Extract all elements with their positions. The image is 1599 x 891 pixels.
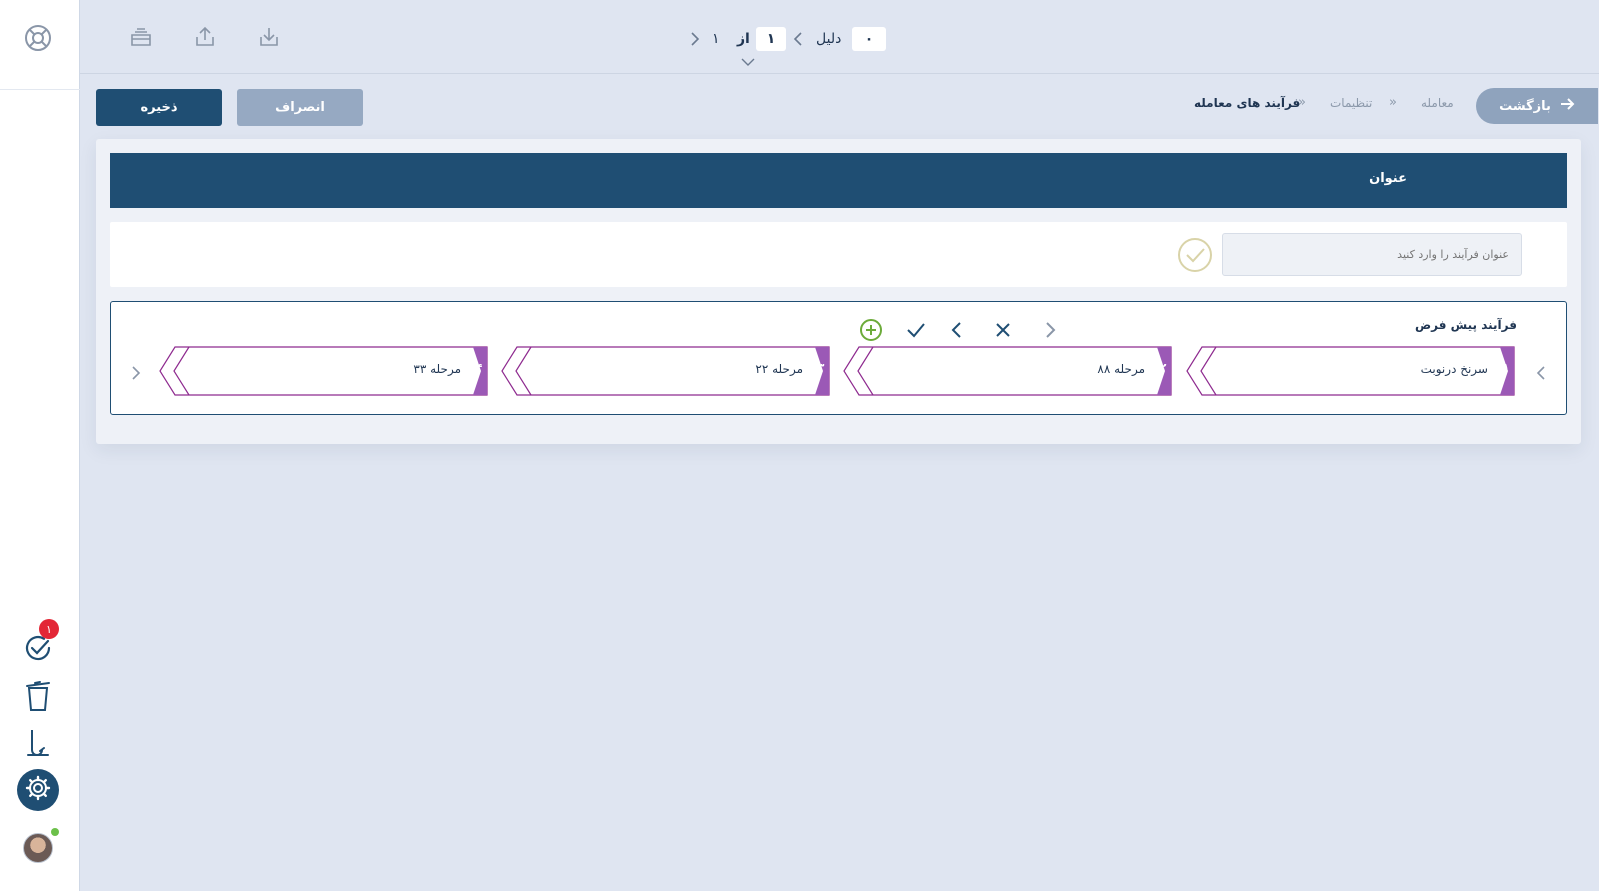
stage-label: مرحله ۳۳ xyxy=(413,362,461,376)
pager-current-input[interactable]: ۱ xyxy=(756,27,786,51)
stage-number: ۱ xyxy=(1502,361,1510,374)
settings-button[interactable] xyxy=(17,769,59,811)
stage-label: مرحله ۸۸ xyxy=(1097,362,1145,376)
online-status-dot xyxy=(51,828,59,836)
stage-number: ۳ xyxy=(817,361,825,374)
stages-scroll-left-icon[interactable] xyxy=(128,362,144,384)
move-right-chevron-icon[interactable] xyxy=(1036,316,1064,344)
reason-value[interactable]: ۰ xyxy=(852,27,886,51)
add-stage-plus-circle-icon[interactable] xyxy=(857,316,885,344)
arrow-right-icon xyxy=(1559,97,1575,115)
delete-close-icon[interactable] xyxy=(989,316,1017,344)
lifebuoy-icon[interactable] xyxy=(22,22,54,54)
stages-scroll-right-icon[interactable] xyxy=(1533,362,1549,384)
tasks-badge: ۱ xyxy=(39,619,59,639)
process-title-input[interactable] xyxy=(1222,233,1522,276)
save-button[interactable]: ذخیره xyxy=(96,89,222,126)
back-button[interactable]: بازگشت xyxy=(1476,88,1598,124)
back-label: بازگشت xyxy=(1499,98,1551,114)
gear-icon xyxy=(25,775,51,805)
stage-number: ۲ xyxy=(1159,361,1167,374)
stage-item[interactable]: ۱ سرنخ درنوبت xyxy=(1186,346,1516,396)
confirm-check-icon[interactable] xyxy=(1177,237,1213,273)
breadcrumb-item-deal-processes: فرآیند های معامله xyxy=(1194,96,1301,110)
cancel-button[interactable]: انصراف xyxy=(237,89,363,126)
stage-item[interactable]: ۴ مرحله ۳۳ xyxy=(159,346,489,396)
breadcrumb-separator-icon: » xyxy=(1389,95,1397,110)
pager-total: ۱ xyxy=(712,31,720,47)
stage-item[interactable]: ۳ مرحله ۲۲ xyxy=(501,346,831,396)
drawer-icon[interactable] xyxy=(128,24,154,50)
download-icon[interactable] xyxy=(256,24,282,50)
stage-number: ۴ xyxy=(475,361,483,374)
pager-next-icon[interactable] xyxy=(689,30,701,48)
trash-icon[interactable] xyxy=(22,680,54,712)
stage-label: مرحله ۲۲ xyxy=(755,362,803,376)
reason-label: دلیل xyxy=(816,31,842,47)
stage-label: سرنخ درنوبت xyxy=(1420,362,1488,376)
form-header-title: عنوان xyxy=(1369,171,1407,186)
chevron-down-icon[interactable] xyxy=(740,52,756,66)
breadcrumb-item-deal[interactable]: معامله xyxy=(1421,96,1454,110)
form-header: عنوان xyxy=(110,153,1567,208)
breadcrumb-item-settings[interactable]: تنظیمات xyxy=(1330,96,1372,110)
stage-item[interactable]: ۲ مرحله ۸۸ xyxy=(843,346,1173,396)
process-label: فرآیند پیش فرض xyxy=(1415,318,1517,332)
signature-icon[interactable] xyxy=(22,726,54,758)
upload-icon[interactable] xyxy=(192,24,218,50)
sidebar: ۱ xyxy=(0,0,80,891)
move-left-chevron-icon[interactable] xyxy=(943,316,971,344)
pager-of-label: از xyxy=(737,31,750,47)
pager-prev-icon[interactable] xyxy=(792,30,804,48)
sidebar-divider xyxy=(0,89,80,90)
user-avatar[interactable] xyxy=(23,833,53,863)
confirm-check-icon[interactable] xyxy=(902,316,930,344)
